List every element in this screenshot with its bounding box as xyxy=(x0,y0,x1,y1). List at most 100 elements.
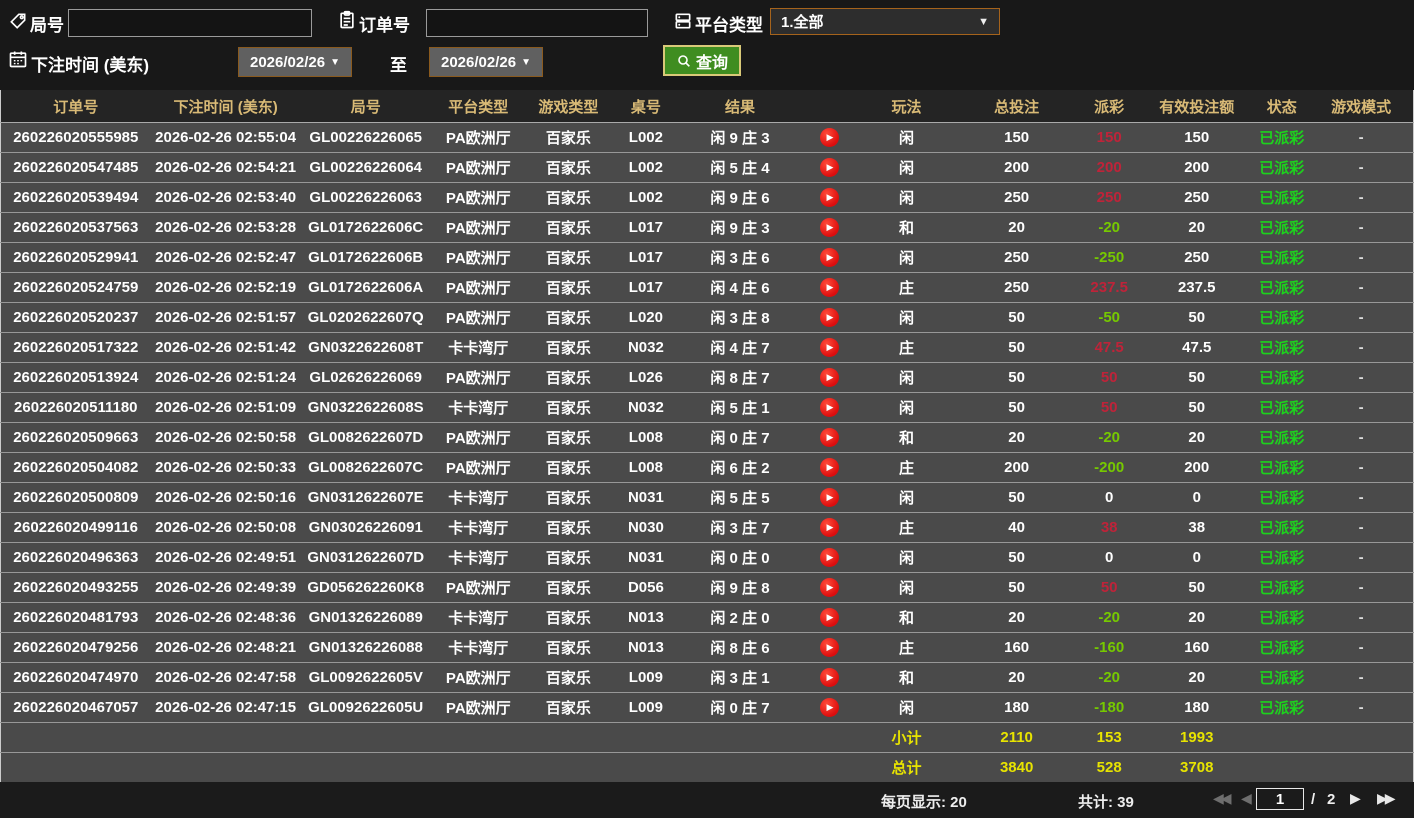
cell-result: 闲 9 庄 6 xyxy=(680,182,799,213)
cell-result: 闲 9 庄 3 xyxy=(680,212,799,243)
cell-order: 260226020547485 xyxy=(0,152,151,183)
cell-platform: PA欧洲厅 xyxy=(430,182,526,213)
cell-status: 已派彩 xyxy=(1254,602,1310,633)
last-page-icon[interactable]: ▶▶ xyxy=(1377,790,1395,807)
cell-play: ▶ xyxy=(799,152,860,183)
cell-table: L002 xyxy=(610,182,681,213)
cell-valid: 200 xyxy=(1139,152,1255,183)
play-triangle: ▶ xyxy=(826,192,834,202)
cell-order: 260226020539494 xyxy=(0,182,151,213)
cell-round: GD056262260K8 xyxy=(300,572,431,603)
platform-select-value: 1.全部 xyxy=(781,14,824,31)
cell-order: 260226020517322 xyxy=(0,332,151,363)
replay-play-icon[interactable]: ▶ xyxy=(819,548,839,567)
cell-order: 260226020509663 xyxy=(0,422,151,453)
cell-play: ▶ xyxy=(799,542,860,573)
replay-play-icon[interactable]: ▶ xyxy=(819,458,839,477)
table-row: 260226020555985 2026-02-26 02:55:04 GL0022… xyxy=(0,122,1414,153)
filter-bar: 局号 订单号 平台类型 1.全部 ▼ 下注时间 (美东) 2026/02/26 … xyxy=(0,0,1414,90)
cell-round: GL0172622606A xyxy=(300,272,431,303)
replay-play-icon[interactable]: ▶ xyxy=(819,248,839,267)
cell-payout: -250 xyxy=(1079,242,1140,273)
cell-status: 已派彩 xyxy=(1254,152,1310,183)
cell-payout: -180 xyxy=(1079,692,1140,723)
cell-mode: - xyxy=(1309,482,1414,513)
replay-play-icon[interactable]: ▶ xyxy=(819,518,839,537)
replay-play-icon[interactable]: ▶ xyxy=(819,128,839,147)
search-button[interactable]: 查询 xyxy=(663,45,741,76)
play-triangle: ▶ xyxy=(826,162,834,172)
replay-play-icon[interactable]: ▶ xyxy=(819,638,839,657)
next-page-icon[interactable]: ▶ xyxy=(1350,790,1361,807)
date-from-picker[interactable]: 2026/02/26 ▼ xyxy=(238,47,352,77)
platform-select[interactable]: 1.全部 ▼ xyxy=(770,8,1000,35)
table-row: 260226020496363 2026-02-26 02:49:51 GN0312… xyxy=(0,542,1414,573)
cell-mode: - xyxy=(1309,242,1414,273)
replay-play-icon[interactable]: ▶ xyxy=(819,308,839,327)
replay-play-icon[interactable]: ▶ xyxy=(819,368,839,387)
replay-play-icon[interactable]: ▶ xyxy=(819,428,839,447)
cell-round: GN01326226089 xyxy=(300,602,431,633)
order-number-input[interactable] xyxy=(426,9,648,37)
cell-round: GL0172622606C xyxy=(300,212,431,243)
cell-platform: PA欧洲厅 xyxy=(430,212,526,243)
cell-bet: 150 xyxy=(954,122,1080,153)
page-separator: / xyxy=(1311,791,1316,808)
date-to-value: 2026/02/26 xyxy=(441,53,517,71)
play-triangle: ▶ xyxy=(826,552,834,562)
replay-play-icon[interactable]: ▶ xyxy=(819,338,839,357)
cell-result: 闲 5 庄 4 xyxy=(680,152,799,183)
subtotal-row-valid: 1993 xyxy=(1139,722,1255,753)
table-row: 260226020479256 2026-02-26 02:48:21 GN0132… xyxy=(0,632,1414,663)
prev-page-icon[interactable]: ◀ xyxy=(1241,790,1252,807)
current-page-input[interactable] xyxy=(1256,788,1304,810)
replay-play-icon[interactable]: ▶ xyxy=(819,158,839,177)
cell-status: 已派彩 xyxy=(1254,242,1310,273)
cell-play: ▶ xyxy=(799,452,860,483)
replay-play-icon[interactable]: ▶ xyxy=(819,278,839,297)
date-to-picker[interactable]: 2026/02/26 ▼ xyxy=(429,47,543,77)
column-header-3: 平台类型 xyxy=(430,90,526,123)
cell-order: 260226020529941 xyxy=(0,242,151,273)
total-count-label: 共计: xyxy=(1078,794,1113,811)
play-triangle: ▶ xyxy=(826,372,834,382)
search-icon xyxy=(678,54,690,67)
cell-method: 庄 xyxy=(859,452,955,483)
replay-play-icon[interactable]: ▶ xyxy=(819,398,839,417)
cell-play: ▶ xyxy=(799,212,860,243)
replay-play-icon[interactable]: ▶ xyxy=(819,698,839,717)
cell-mode: - xyxy=(1309,332,1414,363)
platform-type-label: 平台类型 xyxy=(695,16,763,35)
table-row: 260226020509663 2026-02-26 02:50:58 GL0082… xyxy=(0,422,1414,453)
cell-mode: - xyxy=(1309,182,1414,213)
cell-play: ▶ xyxy=(799,242,860,273)
column-header-1: 下注时间 (美东) xyxy=(150,90,301,123)
cell-result: 闲 9 庄 3 xyxy=(680,122,799,153)
cell-payout: 50 xyxy=(1079,572,1140,603)
cell-time: 2026-02-26 02:51:57 xyxy=(150,302,301,333)
cell-table: L017 xyxy=(610,242,681,273)
column-header-7 xyxy=(799,90,860,123)
cell-valid: 20 xyxy=(1139,602,1255,633)
replay-play-icon[interactable]: ▶ xyxy=(819,668,839,687)
grand-total-row-empty xyxy=(0,752,860,784)
play-triangle: ▶ xyxy=(826,132,834,142)
cell-table: L017 xyxy=(610,212,681,243)
replay-play-icon[interactable]: ▶ xyxy=(819,218,839,237)
cell-game: 百家乐 xyxy=(525,152,611,183)
replay-play-icon[interactable]: ▶ xyxy=(819,578,839,597)
cell-table: L017 xyxy=(610,272,681,303)
cell-game: 百家乐 xyxy=(525,602,611,633)
cell-valid: 0 xyxy=(1139,482,1255,513)
first-page-icon[interactable]: ◀◀ xyxy=(1213,790,1231,807)
cell-platform: PA欧洲厅 xyxy=(430,272,526,303)
replay-play-icon[interactable]: ▶ xyxy=(819,608,839,627)
round-number-input[interactable] xyxy=(68,9,312,37)
cell-platform: 卡卡湾厅 xyxy=(430,512,526,543)
replay-play-icon[interactable]: ▶ xyxy=(819,488,839,507)
cell-platform: PA欧洲厅 xyxy=(430,242,526,273)
cell-bet: 20 xyxy=(954,662,1080,693)
cell-valid: 38 xyxy=(1139,512,1255,543)
replay-play-icon[interactable]: ▶ xyxy=(819,188,839,207)
cell-game: 百家乐 xyxy=(525,692,611,723)
